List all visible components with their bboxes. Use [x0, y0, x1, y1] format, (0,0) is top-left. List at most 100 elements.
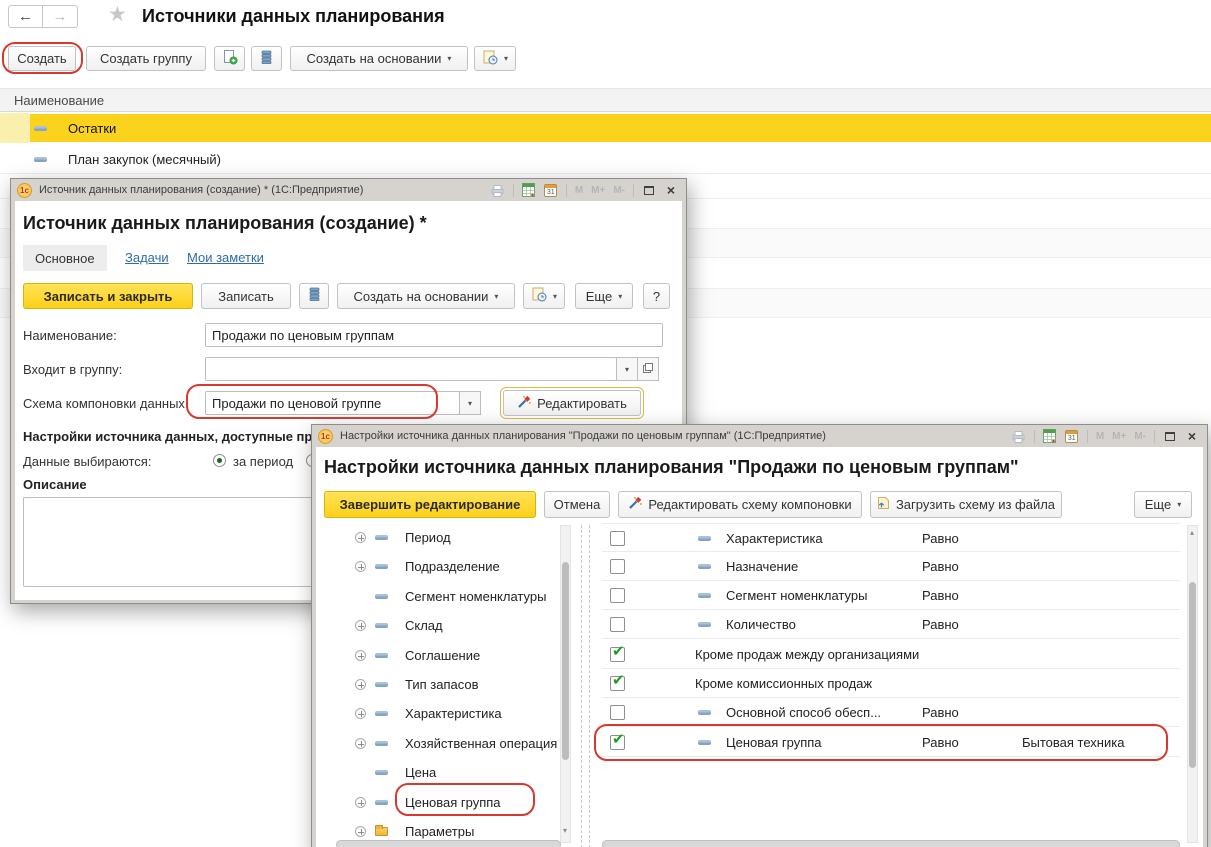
scroll-down-icon[interactable]: ▾ [563, 826, 567, 835]
schema-field[interactable] [205, 391, 460, 415]
memory-add-button[interactable]: M+ [589, 185, 607, 196]
load-schema-button[interactable]: Загрузить схему из файла [870, 491, 1062, 518]
new-document-button[interactable] [214, 46, 245, 71]
more-button[interactable]: Еще ▾ [575, 283, 633, 309]
save-button[interactable]: Записать [201, 283, 291, 309]
cancel-button[interactable]: Отмена [544, 491, 610, 518]
tree-item-nomenclature-segment[interactable]: Сегмент номенклатуры [336, 582, 568, 611]
calendar-icon[interactable]: 31 [1063, 428, 1081, 444]
tree-item-price-group[interactable]: Ценовая группа [336, 788, 568, 817]
condition-row-purpose[interactable]: Назначение Равно [602, 552, 1180, 581]
tree-item-stock-type[interactable]: Тип запасов [336, 670, 568, 699]
condition-row-quantity[interactable]: Количество Равно [602, 610, 1180, 639]
condition-row-exclude-intercompany[interactable]: Кроме продаж между организациями [602, 640, 1180, 669]
tab-main[interactable]: Основное [23, 245, 107, 271]
condition-checkbox[interactable] [610, 735, 625, 750]
tree-item-period[interactable]: Период [336, 523, 568, 552]
memory-subtract-button[interactable]: M- [1132, 431, 1148, 442]
condition-row-nomenclature-segment[interactable]: Сегмент номенклатуры Равно [602, 581, 1180, 610]
expand-icon[interactable] [355, 738, 366, 749]
tree-horizontal-scrollbar[interactable] [336, 840, 561, 847]
conditions-horizontal-scrollbar[interactable] [602, 840, 1180, 847]
magic-wand-icon [628, 496, 642, 513]
condition-checkbox[interactable] [610, 676, 625, 691]
copy-history-button[interactable]: ▾ [474, 46, 516, 71]
list-item[interactable]: Остатки [0, 113, 1211, 143]
conditions-scrollbar-thumb[interactable] [1189, 582, 1196, 768]
period-radio[interactable] [213, 454, 226, 467]
condition-checkbox[interactable] [610, 647, 625, 662]
condition-checkbox[interactable] [610, 617, 625, 632]
chevron-down-icon: ▾ [494, 292, 498, 301]
help-button[interactable]: ? [643, 283, 670, 309]
print-icon[interactable] [489, 182, 507, 198]
maximize-icon[interactable] [1161, 428, 1179, 444]
conditions-scrollbar[interactable]: ▴ [1187, 525, 1198, 843]
tree-item-agreement[interactable]: Соглашение [336, 641, 568, 670]
memory-add-button[interactable]: M+ [1110, 431, 1128, 442]
memory-recall-button[interactable]: M [573, 185, 585, 196]
scroll-up-icon[interactable]: ▴ [1190, 528, 1194, 537]
edit-composition-schema-button[interactable]: Редактировать схему компоновки [618, 491, 862, 518]
condition-checkbox[interactable] [610, 559, 625, 574]
create-based-on-button[interactable]: Создать на основании ▾ [337, 283, 515, 309]
calculator-icon[interactable] [1041, 428, 1059, 444]
group-open-button[interactable] [637, 357, 659, 381]
tree-item-warehouse[interactable]: Склад [336, 611, 568, 640]
tree-scrollbar-thumb[interactable] [562, 562, 569, 760]
create-based-on-button[interactable]: Создать на основании ▾ [290, 46, 468, 71]
list-view-button[interactable] [299, 283, 329, 309]
schema-dropdown-button[interactable]: ▾ [459, 391, 481, 415]
finish-editing-button[interactable]: Завершить редактирование [324, 491, 536, 518]
tab-my-notes[interactable]: Мои заметки [187, 250, 264, 265]
copy-history-button[interactable]: ▾ [523, 283, 565, 309]
tree-item-business-operation[interactable]: Хозяйственная операция [336, 729, 568, 758]
expand-icon[interactable] [355, 561, 366, 572]
forward-icon[interactable]: → [43, 5, 78, 28]
window-titlebar[interactable]: 1с Источник данных планирования (создани… [11, 179, 686, 201]
tab-tasks[interactable]: Задачи [125, 250, 169, 265]
tree-item-subdivision[interactable]: Подразделение [336, 552, 568, 581]
condition-row-supply-method[interactable]: Основной способ обесп... Равно [602, 698, 1180, 727]
favorite-star-icon[interactable]: ★ [108, 2, 127, 27]
column-header-row[interactable]: Наименование [0, 88, 1211, 112]
expand-icon[interactable] [355, 826, 366, 837]
maximize-icon[interactable] [640, 182, 658, 198]
condition-checkbox[interactable] [610, 705, 625, 720]
more-button[interactable]: Еще ▾ [1134, 491, 1192, 518]
window-titlebar[interactable]: 1с Настройки источника данных планирован… [312, 425, 1207, 447]
calculator-icon[interactable] [520, 182, 538, 198]
save-and-close-button[interactable]: Записать и закрыть [23, 283, 193, 309]
expand-icon[interactable] [355, 797, 366, 808]
expand-icon[interactable] [355, 532, 366, 543]
expand-icon[interactable] [355, 679, 366, 690]
print-icon[interactable] [1010, 428, 1028, 444]
close-icon[interactable]: × [1183, 428, 1201, 444]
edit-schema-button[interactable]: Редактировать [503, 390, 641, 416]
tree-item-price[interactable]: Цена [336, 758, 568, 787]
name-field[interactable] [205, 323, 663, 347]
condition-row-characteristic[interactable]: Характеристика Равно [602, 523, 1180, 552]
tree-scrollbar[interactable]: ▾ [560, 525, 571, 843]
group-dropdown-button[interactable]: ▾ [616, 357, 638, 381]
memory-subtract-button[interactable]: M- [611, 185, 627, 196]
condition-row-price-group[interactable]: Ценовая группа Равно Бытовая техника [602, 728, 1180, 757]
create-button[interactable]: Создать [8, 46, 76, 71]
create-group-button[interactable]: Создать группу [86, 46, 206, 71]
list-view-button[interactable] [251, 46, 282, 71]
group-field[interactable] [205, 357, 617, 381]
expand-icon[interactable] [355, 620, 366, 631]
memory-recall-button[interactable]: M [1094, 431, 1106, 442]
condition-checkbox[interactable] [610, 531, 625, 546]
list-item[interactable]: План закупок (месячный) [0, 144, 1211, 174]
condition-checkbox[interactable] [610, 588, 625, 603]
expand-icon[interactable] [355, 708, 366, 719]
panel-splitter[interactable] [581, 525, 590, 847]
back-icon[interactable]: ← [8, 5, 43, 28]
tree-item-characteristic[interactable]: Характеристика [336, 699, 568, 728]
calendar-icon[interactable]: 31 [542, 182, 560, 198]
close-icon[interactable]: × [662, 182, 680, 198]
expand-icon[interactable] [355, 650, 366, 661]
condition-row-exclude-commission[interactable]: Кроме комиссионных продаж [602, 669, 1180, 698]
create-group-label: Создать группу [100, 51, 192, 66]
